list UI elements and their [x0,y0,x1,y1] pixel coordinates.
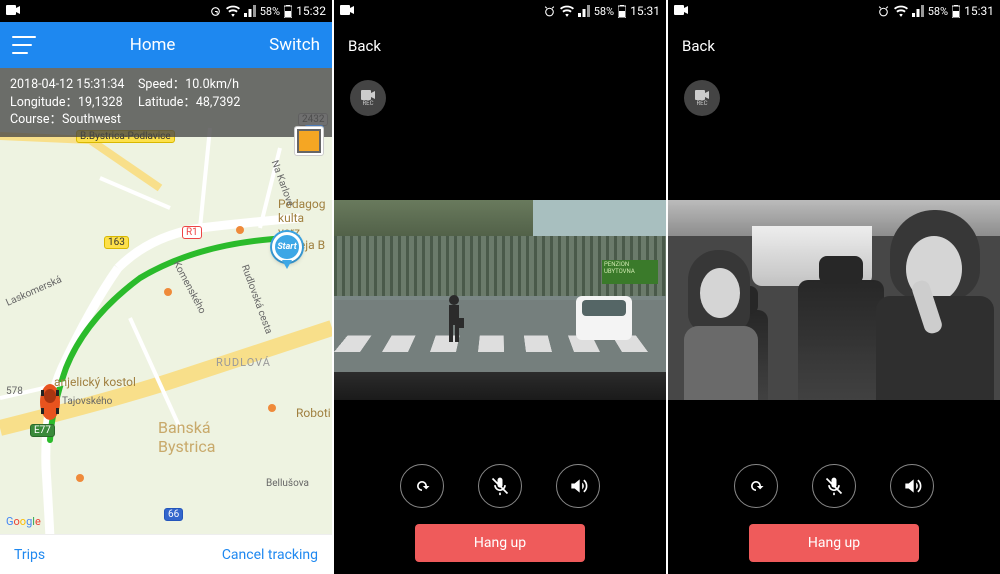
video-feed-cabin[interactable] [668,200,1000,400]
map-district-label: RUDLOVÁ [216,356,271,369]
map-layers-button[interactable] [294,126,324,156]
passenger-right [870,210,1000,400]
map-poi-church: anjelický kostol [54,375,136,389]
map-street-bellus: Bellušova [266,478,309,489]
passenger-left [674,250,768,400]
road-e77: E77 [30,424,55,437]
map-poi-robot: Roboti [296,406,331,420]
status-bar: 58% 15:31 [334,0,666,22]
alarm-icon [209,5,222,18]
road-r1: R1 [182,226,202,239]
start-marker[interactable]: Start [272,232,302,269]
road-578: 578 [6,386,23,397]
google-attribution: Google [6,515,41,528]
road-66: 66 [164,508,183,521]
status-bar: 58% 15:31 [668,0,1000,22]
signal-icon [578,5,590,17]
info-longitude: 19,1328 [78,95,123,110]
alarm-icon [877,5,890,18]
mute-mic-button[interactable] [478,464,522,508]
status-time: 15:31 [630,4,660,18]
wifi-icon [226,5,240,17]
car-marker[interactable] [36,376,64,422]
speaker-button[interactable] [556,464,600,508]
map-city-label: Banská Bystrica [158,418,215,456]
wifi-icon [560,5,574,17]
screen-dashcam-cabin: 58% 15:31 Back REC [668,0,1000,574]
battery-percent: 58% [594,5,614,18]
map-canvas[interactable]: Start Banská Bystrica RUDLOVÁ B.Bystrica… [0,68,332,534]
mute-mic-button[interactable] [812,464,856,508]
cancel-tracking-button[interactable]: Cancel tracking [222,547,318,563]
signal-icon [244,5,256,17]
switch-button[interactable]: Switch [269,35,320,55]
battery-percent: 58% [260,5,280,18]
status-time: 15:31 [964,4,994,18]
call-controls [334,464,666,508]
back-button[interactable]: Back [348,37,381,55]
camera-icon [340,4,354,18]
bottom-bar: Trips Cancel tracking [0,534,332,574]
screen-dashcam-front: 58% 15:31 Back REC PENZION UBYTOVNA [334,0,666,574]
tracking-info-overlay: 2018-04-12 15:31:34 Speed：10.0km/h Longi… [0,68,332,137]
call-controls [668,464,1000,508]
info-course: Southwest [62,112,121,127]
battery-icon [618,5,626,18]
hang-up-button[interactable]: Hang up [415,524,585,562]
record-button[interactable]: REC [350,80,386,116]
alarm-icon [543,5,556,18]
status-bar: 58% 15:32 [0,0,332,22]
wifi-icon [894,5,908,17]
switch-camera-button[interactable] [734,464,778,508]
info-latitude: 48,7392 [196,95,241,110]
page-title: Home [130,35,176,55]
screen-home: 58% 15:32 Home Switch 2018-04-12 15:31:3… [0,0,332,574]
battery-icon [284,5,292,18]
menu-icon[interactable] [12,36,36,54]
hang-up-button[interactable]: Hang up [749,524,919,562]
battery-percent: 58% [928,5,948,18]
signal-icon [912,5,924,17]
trips-button[interactable]: Trips [14,547,45,563]
road-sign: PENZION UBYTOVNA [602,260,658,284]
video-feed-front[interactable]: PENZION UBYTOVNA [334,200,666,400]
info-speed: 10.0km/h [185,77,239,92]
speaker-button[interactable] [890,464,934,508]
road-163: 163 [104,236,129,249]
battery-icon [952,5,960,18]
status-time: 15:32 [296,4,326,18]
info-datetime: 2018-04-12 15:31:34 [10,76,128,94]
back-button[interactable]: Back [682,37,715,55]
map-street-tajov: Tajovského [62,396,112,407]
record-button[interactable]: REC [684,80,720,116]
switch-camera-button[interactable] [400,464,444,508]
vehicle-ahead [576,296,632,340]
pedestrian [444,294,464,342]
app-header: Home Switch [0,22,332,68]
camera-icon [6,4,20,18]
camera-icon [674,4,688,18]
